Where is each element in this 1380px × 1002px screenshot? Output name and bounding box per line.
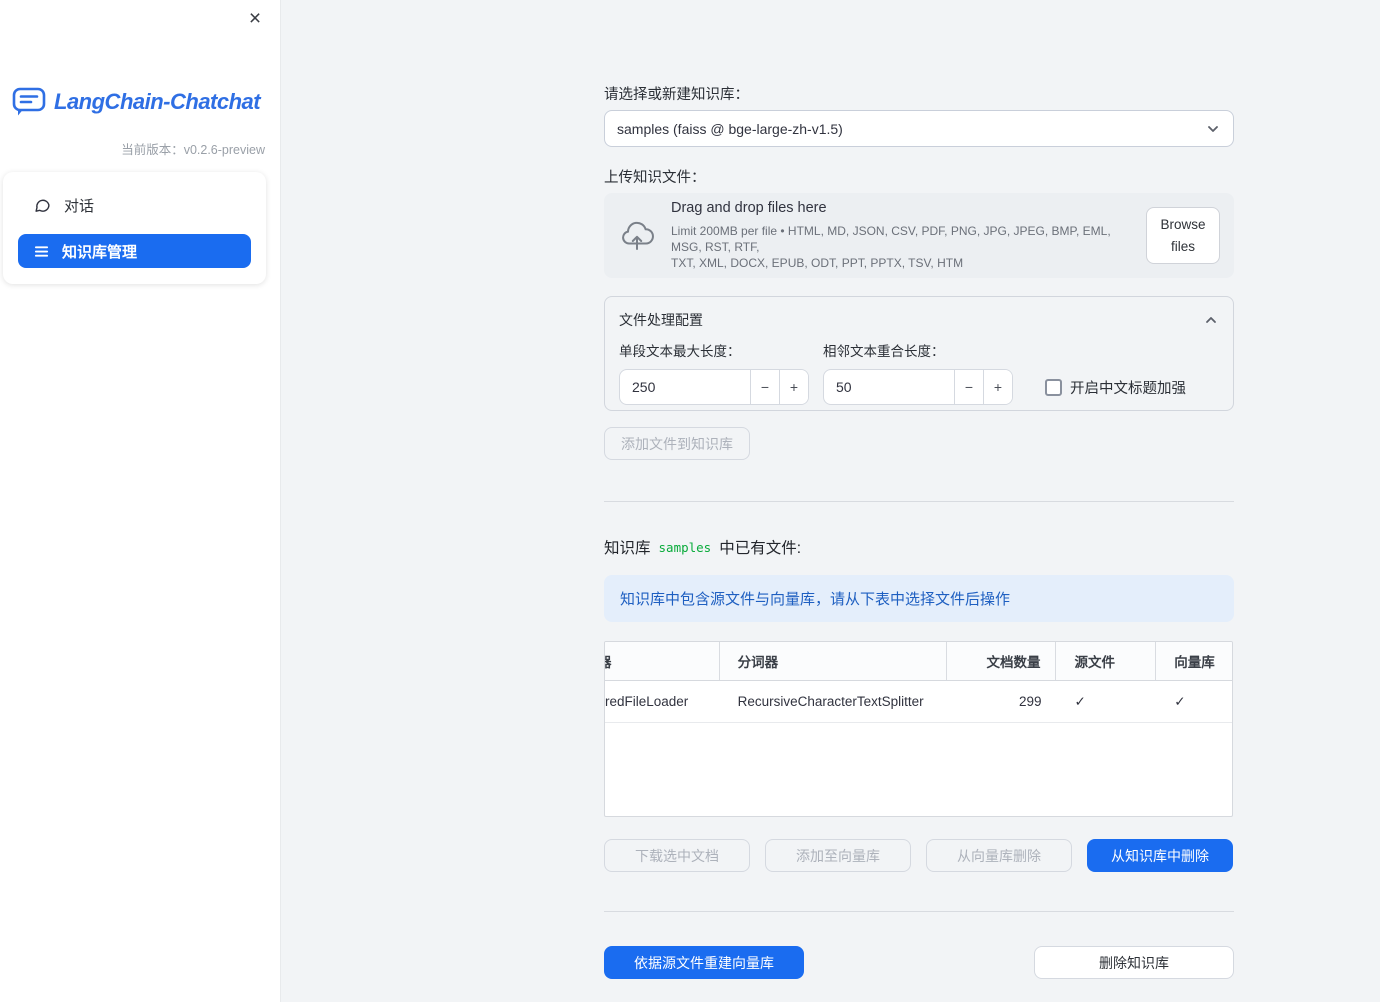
expander-toggle[interactable]: 文件处理配置: [619, 308, 1219, 332]
kb-files-prefix: 知识库: [604, 540, 651, 557]
chat-logo-icon: [12, 86, 46, 117]
cloud-upload-icon: [618, 220, 656, 252]
cell-source-check[interactable]: ✓: [1056, 681, 1156, 722]
sidebar-item-dialogue[interactable]: 对话: [18, 188, 251, 222]
cell-splitter[interactable]: RecursiveCharacterTextSplitter: [720, 681, 947, 722]
sidebar-item-label: 对话: [64, 197, 95, 215]
rebuild-vector-store-button[interactable]: 依据源文件重建向量库: [604, 946, 804, 979]
kb-selected-value: samples (faiss @ bge-large-zh-v1.5): [617, 120, 843, 137]
table-row[interactable]: redFileLoader RecursiveCharacterTextSpli…: [605, 681, 1232, 723]
kb-select-label: 请选择或新建知识库：: [604, 87, 749, 103]
chat-bubble-icon: [34, 197, 51, 214]
delete-from-kb-button[interactable]: 从知识库中删除: [1087, 839, 1233, 872]
add-files-to-kb-button[interactable]: 添加文件到知识库: [604, 427, 750, 460]
files-table: 器 分词器 文档数量 源文件 向量库 redFileLoader Recursi…: [604, 641, 1233, 817]
file-action-buttons: 下载选中文档 添加至向量库 从向量库删除 从知识库中删除: [604, 839, 1234, 872]
download-selected-button[interactable]: 下载选中文档: [604, 839, 750, 872]
overlap-increment-button[interactable]: +: [983, 370, 1012, 404]
chevron-up-icon: [1203, 312, 1219, 328]
close-icon: ×: [248, 7, 262, 30]
app-logo: LangChain-Chatchat: [12, 86, 270, 117]
column-header-doc-count[interactable]: 文档数量: [947, 642, 1057, 680]
uploader-text: Drag and drop files here Limit 200MB per…: [671, 200, 1131, 272]
cell-vector-check[interactable]: ✓: [1156, 681, 1232, 722]
info-banner: 知识库中包含源文件与向量库，请从下表中选择文件后操作: [604, 575, 1234, 622]
column-header-vector[interactable]: 向量库: [1156, 642, 1232, 680]
column-header-source[interactable]: 源文件: [1056, 642, 1157, 680]
max-length-decrement-button[interactable]: −: [750, 370, 779, 404]
upload-label: 上传知识文件：: [604, 170, 706, 186]
file-dropzone[interactable]: Drag and drop files here Limit 200MB per…: [604, 193, 1234, 278]
app-title: LangChain-Chatchat: [54, 88, 261, 114]
main-content: 请选择或新建知识库： samples (faiss @ bge-large-zh…: [604, 0, 1234, 979]
knowledge-base-icon: [34, 244, 49, 259]
upload-limit-line2: TXT, XML, DOCX, EPUB, ODT, PPT, PPTX, TS…: [671, 256, 964, 271]
column-header-loader[interactable]: 器: [605, 642, 720, 680]
delete-kb-button[interactable]: 删除知识库: [1034, 946, 1234, 979]
overlap-label: 相邻文本重合长度：: [823, 344, 945, 359]
kb-management-buttons: 依据源文件重建向量库 删除知识库: [604, 946, 1234, 979]
kb-name-code: samples: [658, 539, 712, 555]
kb-selectbox[interactable]: samples (faiss @ bge-large-zh-v1.5): [604, 110, 1234, 147]
divider: [604, 911, 1234, 912]
max-length-input[interactable]: [620, 370, 750, 404]
overlap-group: 相邻文本重合长度： − +: [823, 340, 1013, 405]
cell-loader[interactable]: redFileLoader: [605, 681, 720, 722]
sidebar-item-kb-management[interactable]: 知识库管理: [18, 234, 251, 268]
expander-title: 文件处理配置: [619, 312, 703, 328]
chevron-down-icon: [1205, 121, 1221, 137]
upload-limit-line1: Limit 200MB per file • HTML, MD, JSON, C…: [671, 223, 1111, 254]
cell-doc-count[interactable]: 299: [947, 681, 1057, 722]
table-header-row: 器 分词器 文档数量 源文件 向量库: [605, 642, 1232, 681]
add-to-vector-button[interactable]: 添加至向量库: [765, 839, 911, 872]
overlap-input[interactable]: [824, 370, 954, 404]
sidebar: × LangChain-Chatchat 当前版本：v0.2.6-preview…: [0, 0, 280, 1002]
max-length-group: 单段文本最大长度： − +: [619, 340, 809, 405]
max-length-increment-button[interactable]: +: [779, 370, 808, 404]
kb-files-heading: 知识库 samples 中已有文件:: [604, 536, 1234, 558]
checkbox-label: 开启中文标题加强: [1070, 380, 1186, 397]
sidebar-menu: 对话 知识库管理: [3, 172, 266, 284]
close-sidebar-button[interactable]: ×: [242, 6, 268, 32]
file-config-expander: 文件处理配置 单段文本最大长度： − + 相邻文本重合长度：: [604, 296, 1234, 411]
browse-files-button[interactable]: Browse files: [1146, 206, 1220, 265]
drag-drop-text: Drag and drop files here: [671, 199, 827, 216]
sidebar-item-label: 知识库管理: [62, 243, 138, 261]
max-length-label: 单段文本最大长度：: [619, 344, 741, 359]
zh-title-enhance-checkbox[interactable]: 开启中文标题加强: [1045, 369, 1186, 405]
kb-files-suffix: 中已有文件:: [719, 540, 802, 557]
checkbox-box: [1045, 378, 1062, 396]
column-header-splitter[interactable]: 分词器: [720, 642, 947, 680]
overlap-decrement-button[interactable]: −: [954, 370, 983, 404]
version-text: 当前版本：v0.2.6-preview: [121, 143, 265, 157]
delete-from-vector-button[interactable]: 从向量库删除: [926, 839, 1072, 872]
divider: [604, 501, 1234, 502]
